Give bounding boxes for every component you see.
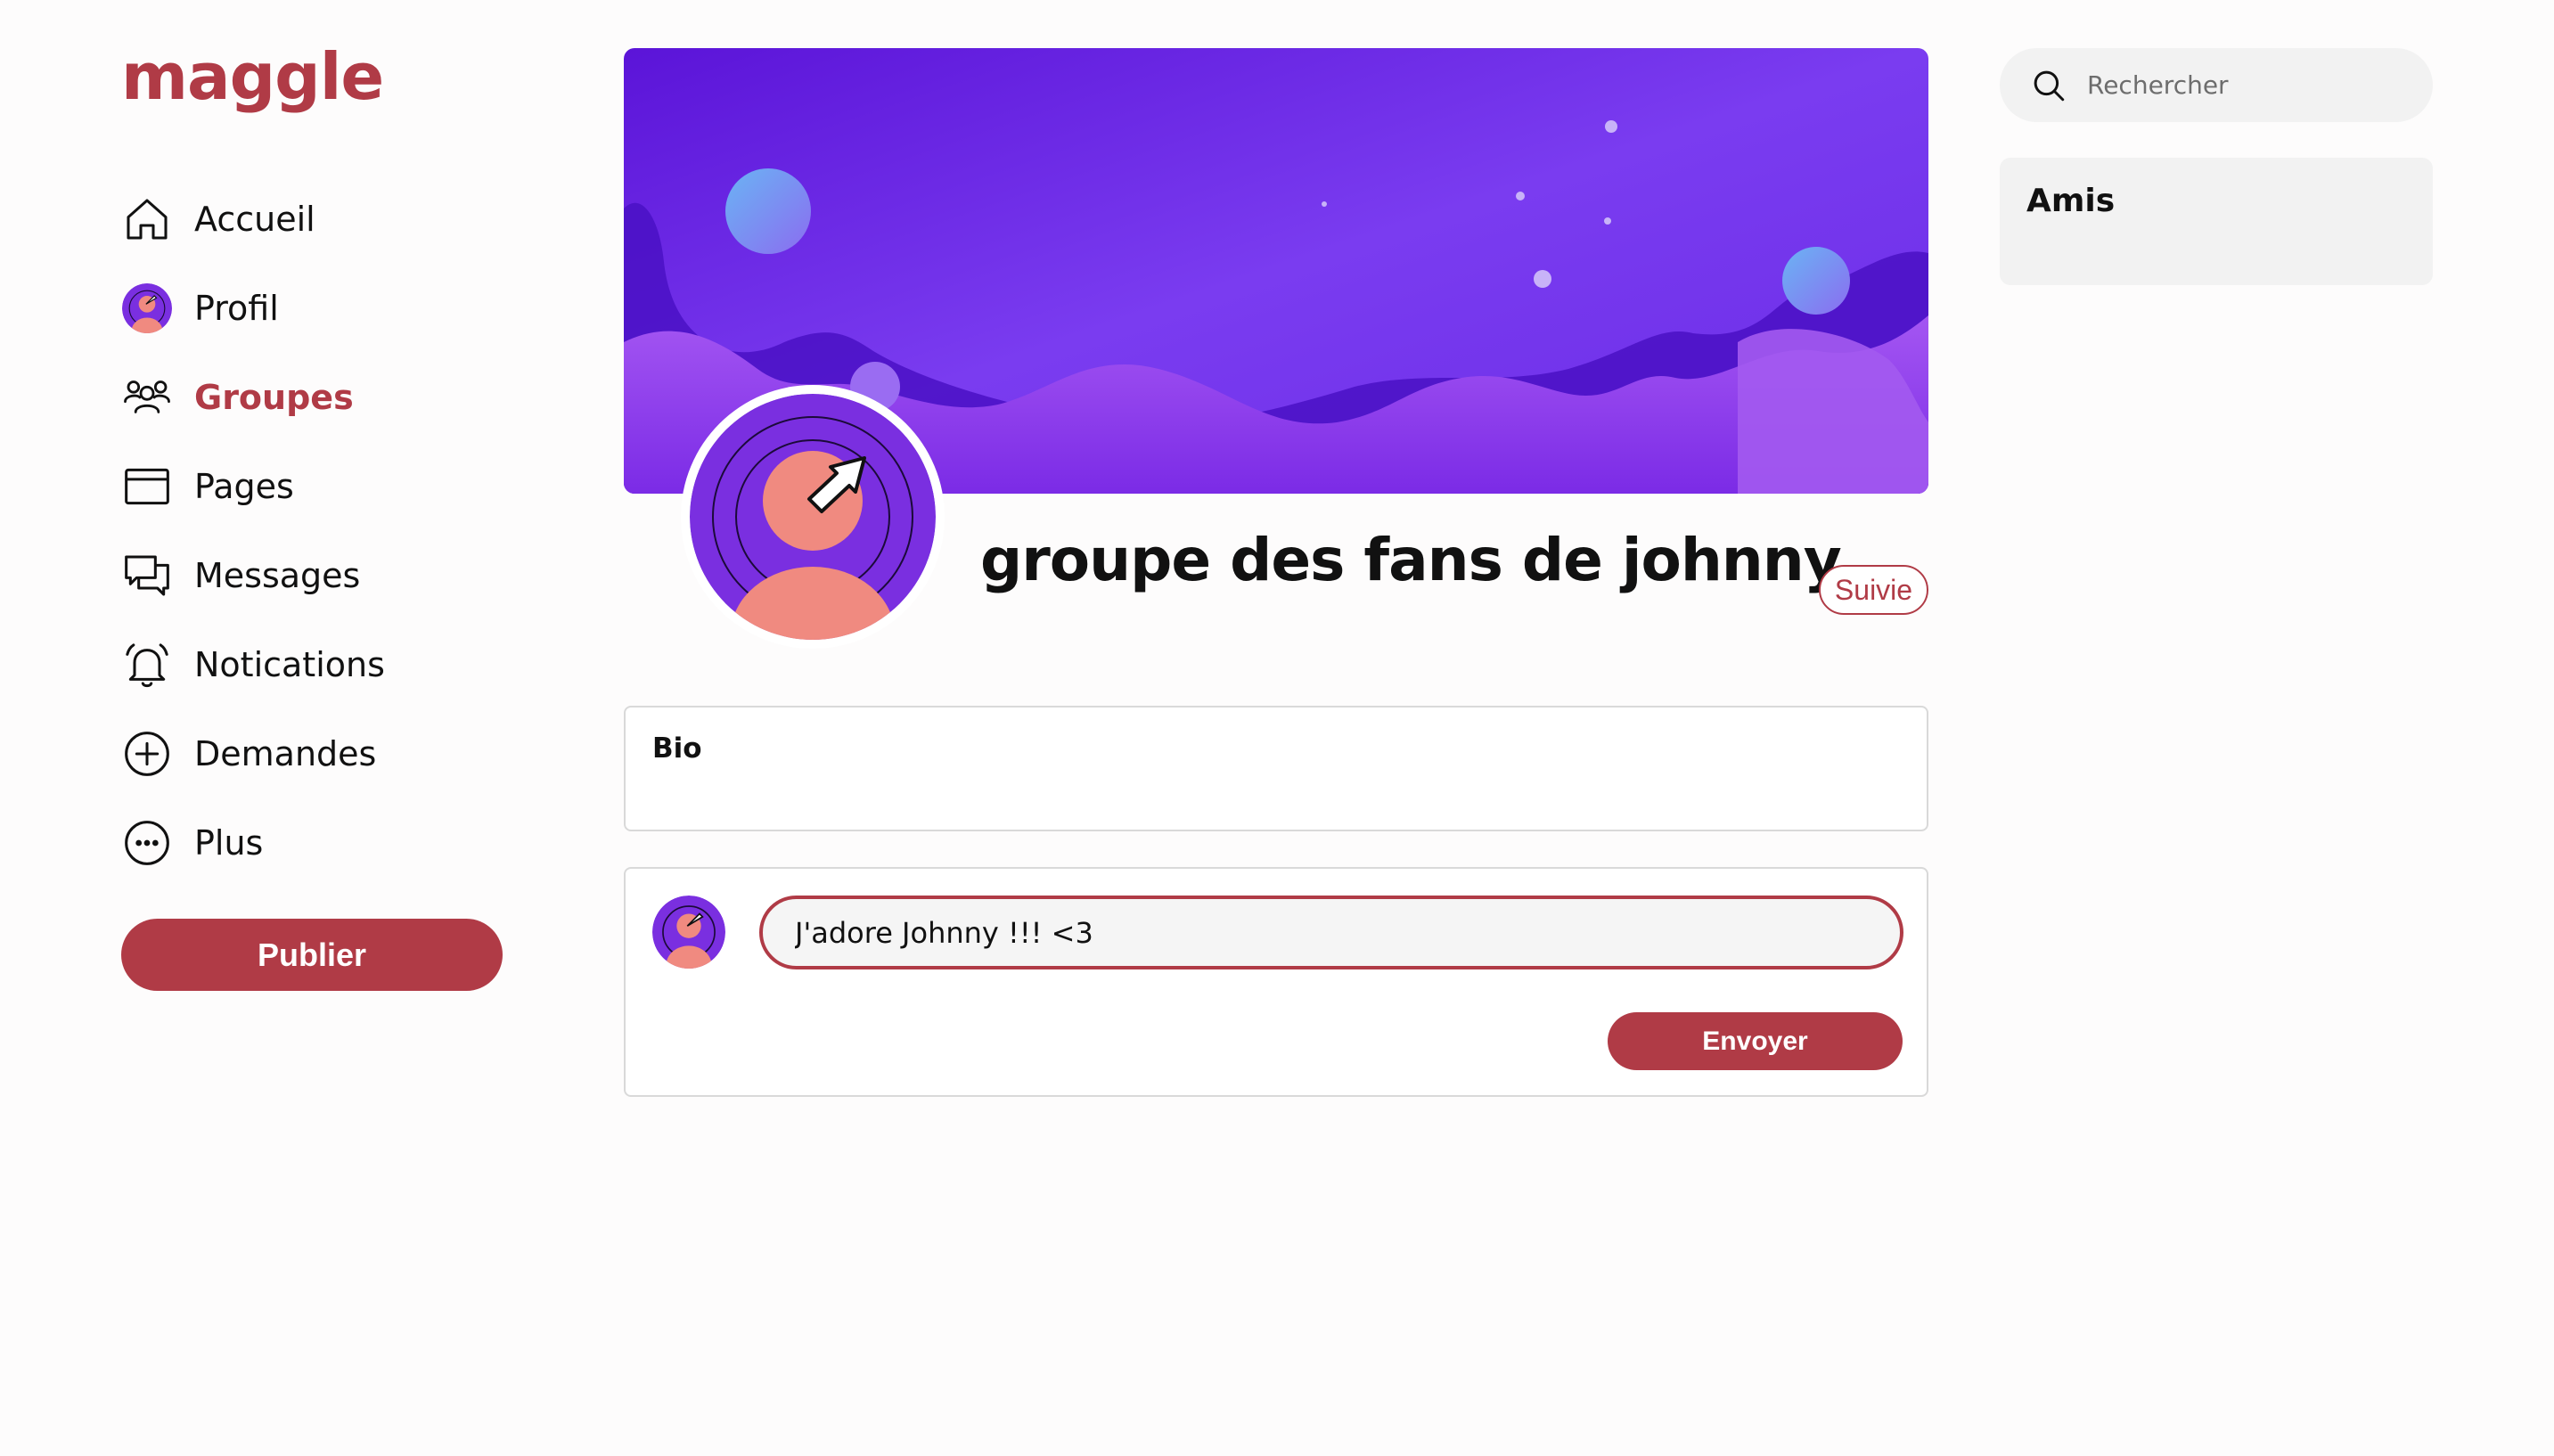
sidebar-item-groupes[interactable]: Groupes xyxy=(121,353,531,442)
sidebar-item-notifications[interactable]: Notications xyxy=(121,620,531,709)
group-title: groupe des fans de johnny xyxy=(980,526,1842,594)
plus-circle-icon xyxy=(121,728,173,780)
search-bar[interactable] xyxy=(2000,48,2433,122)
bell-icon xyxy=(121,639,173,691)
search-input[interactable] xyxy=(2087,70,2426,100)
post-composer: Envoyer xyxy=(624,867,1928,1097)
bio-title: Bio xyxy=(652,732,702,765)
sidebar-item-label: Profil xyxy=(194,289,279,328)
sidebar-item-demandes[interactable]: Demandes xyxy=(121,709,531,798)
chat-icon xyxy=(121,550,173,601)
publish-button[interactable]: Publier xyxy=(121,919,503,991)
follow-button[interactable]: Suivie xyxy=(1819,565,1928,615)
sidebar-item-plus[interactable]: Plus xyxy=(121,798,531,888)
window-icon xyxy=(121,461,173,512)
post-input[interactable] xyxy=(759,896,1903,969)
sidebar-item-pages[interactable]: Pages xyxy=(121,442,531,531)
sidebar-item-label: Pages xyxy=(194,467,294,506)
avatar xyxy=(652,896,725,969)
sidebar-item-accueil[interactable]: Accueil xyxy=(121,175,531,264)
sidebar-item-label: Accueil xyxy=(194,200,315,239)
group-avatar[interactable] xyxy=(681,385,945,649)
more-icon xyxy=(121,817,173,869)
sidebar-item-label: Messages xyxy=(194,556,361,595)
sidebar-nav: Accueil Profil Groupes Pages Messages No… xyxy=(121,175,531,888)
search-icon xyxy=(2034,70,2065,101)
friends-panel: Amis xyxy=(2000,158,2433,285)
users-icon xyxy=(121,372,173,423)
avatar xyxy=(121,282,173,334)
send-button[interactable]: Envoyer xyxy=(1608,1012,1903,1070)
sidebar-item-profil[interactable]: Profil xyxy=(121,264,531,353)
logo[interactable]: maggle xyxy=(121,39,384,114)
sidebar-item-label: Groupes xyxy=(194,378,354,417)
sidebar-item-label: Plus xyxy=(194,823,264,863)
home-icon xyxy=(121,193,173,245)
sidebar-item-label: Demandes xyxy=(194,734,377,773)
friends-title: Amis xyxy=(2026,183,2116,219)
sidebar-item-label: Notications xyxy=(194,645,385,684)
bio-card: Bio xyxy=(624,706,1928,831)
sidebar-item-messages[interactable]: Messages xyxy=(121,531,531,620)
